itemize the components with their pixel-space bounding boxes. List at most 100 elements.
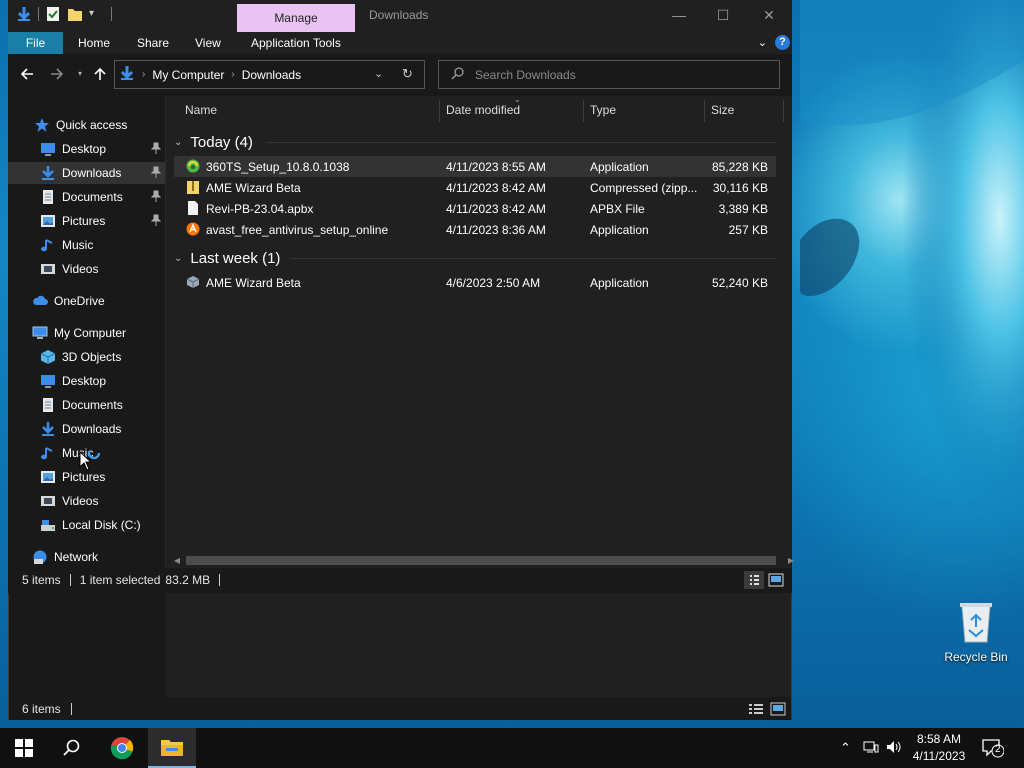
refresh-icon[interactable]: ↻: [402, 66, 413, 82]
file-row[interactable]: Revi-PB-23.04.apbx 4/11/2023 8:42 AM APBX …: [174, 198, 776, 219]
file-type: Application: [590, 223, 649, 237]
column-header-type[interactable]: Type: [590, 96, 616, 124]
large-icons-view-icon[interactable]: [770, 702, 786, 716]
show-hidden-icons-chevron-icon[interactable]: ⌃: [840, 740, 851, 756]
download-icon: [40, 421, 56, 437]
status-divider: [219, 574, 221, 586]
windows-logo-icon: [15, 739, 33, 757]
column-divider[interactable]: [783, 100, 784, 122]
chrome-taskbar-button[interactable]: [98, 728, 146, 768]
column-header-size[interactable]: Size: [711, 96, 734, 124]
file-size: 85,228 KB: [711, 160, 768, 174]
breadcrumb-chevron-icon[interactable]: ›: [231, 69, 234, 80]
sidebar-item-network[interactable]: Network: [8, 546, 165, 568]
group-header[interactable]: ⌄ Today (4): [174, 130, 253, 154]
sidebar-item-label: My Computer: [54, 326, 127, 340]
sidebar-item-downloads[interactable]: Downloads: [8, 162, 165, 184]
sidebar-item-3d-objects[interactable]: 3D Objects: [8, 346, 165, 368]
tab-share[interactable]: Share: [137, 32, 169, 54]
file-row[interactable]: AME Wizard Beta 4/11/2023 8:42 AM Compress…: [174, 177, 776, 198]
sidebar-item-label: Quick access: [56, 118, 128, 132]
tab-file[interactable]: File: [8, 32, 63, 54]
help-icon[interactable]: ?: [775, 35, 790, 50]
forward-arrow-icon[interactable]: [47, 64, 67, 84]
sidebar-item-desktop[interactable]: Desktop: [8, 138, 165, 160]
search-icon: [63, 739, 80, 756]
sidebar-item-videos[interactable]: Videos: [8, 490, 165, 512]
sidebar-item-onedrive[interactable]: OneDrive: [8, 290, 165, 312]
documents-icon: [40, 397, 56, 413]
customize-toolbar-icon[interactable]: ▾: [89, 6, 105, 22]
recycle-bin-shortcut[interactable]: Recycle Bin: [940, 600, 1012, 664]
tab-view[interactable]: View: [195, 32, 221, 54]
sidebar-item-label: Downloads: [62, 422, 122, 436]
file-row[interactable]: 360TS_Setup_10.8.0.1038 4/11/2023 8:55 AM…: [174, 156, 776, 177]
network-status-icon[interactable]: [863, 740, 879, 757]
sidebar-item-my-computer[interactable]: My Computer: [8, 322, 165, 344]
scroll-right-arrow-icon[interactable]: ▶: [784, 553, 798, 568]
scroll-left-arrow-icon[interactable]: ◀: [170, 553, 184, 568]
column-header-name[interactable]: Name: [185, 96, 217, 124]
breadcrumb-my-computer[interactable]: My Computer: [152, 68, 224, 82]
tab-home[interactable]: Home: [78, 32, 110, 54]
explorer-window: ▾ Manage Downloads — ☐ ✕ File Home Share…: [8, 0, 794, 593]
sidebar-item-local-disk-c[interactable]: Local Disk (C:): [8, 514, 165, 536]
file-size: 52,240 KB: [711, 276, 768, 290]
sidebar-item-documents[interactable]: Documents: [8, 394, 165, 416]
sidebar-item-desktop[interactable]: Desktop: [8, 370, 165, 392]
minimize-button[interactable]: —: [656, 0, 702, 30]
properties-icon[interactable]: [45, 6, 61, 22]
cloud-icon: [32, 293, 48, 309]
column-divider[interactable]: [704, 100, 705, 122]
system-clock[interactable]: 8:58 AM 4/11/2023: [904, 731, 974, 765]
file-list: Name ⌄ Date modified Type Size ⌄ Today (4…: [166, 95, 792, 568]
file-explorer-taskbar-button[interactable]: [148, 728, 196, 768]
back-arrow-icon[interactable]: [17, 64, 37, 84]
breadcrumb-chevron-icon[interactable]: ›: [142, 69, 145, 80]
search-input[interactable]: [475, 67, 755, 82]
sidebar-item-music[interactable]: Music: [8, 234, 165, 256]
selected-size: 83.2 MB: [165, 573, 211, 587]
search-box[interactable]: [438, 60, 780, 89]
group-header[interactable]: ⌄ Last week (1): [174, 246, 280, 270]
file-row[interactable]: avast_free_antivirus_setup_online 4/11/20…: [174, 219, 776, 240]
search-button[interactable]: [48, 728, 96, 768]
horizontal-scrollbar[interactable]: ◀ ▶: [166, 553, 794, 568]
collapse-chevron-icon[interactable]: ⌄: [174, 253, 182, 264]
address-bar[interactable]: › My Computer › Downloads ⌄ ↻: [114, 60, 425, 89]
manage-tab[interactable]: Manage: [237, 4, 355, 32]
sidebar-item-pictures[interactable]: Pictures: [8, 210, 165, 232]
download-arrow-icon[interactable]: [16, 6, 32, 22]
sidebar-item-documents[interactable]: Documents: [8, 186, 165, 208]
address-dropdown-icon[interactable]: ⌄: [374, 67, 383, 80]
sidebar-item-downloads[interactable]: Downloads: [8, 418, 165, 440]
recent-locations-chevron-icon[interactable]: ▾: [70, 64, 90, 84]
new-folder-icon[interactable]: [67, 6, 83, 22]
background-item-count: 6 items: [22, 702, 61, 716]
breadcrumb-downloads[interactable]: Downloads: [242, 68, 301, 82]
volume-icon[interactable]: [886, 740, 902, 757]
status-bar: 5 items 1 item selected 83.2 MB: [8, 568, 792, 592]
scrollbar-thumb[interactable]: [186, 556, 776, 565]
large-icons-view-button[interactable]: [766, 571, 786, 589]
up-arrow-icon[interactable]: [90, 64, 110, 84]
maximize-button[interactable]: ☐: [700, 0, 746, 30]
sidebar-item-quick-access[interactable]: Quick access: [8, 114, 165, 136]
close-button[interactable]: ✕: [746, 0, 792, 30]
collapse-chevron-icon[interactable]: ⌄: [174, 137, 182, 148]
details-view-icon[interactable]: [748, 702, 764, 716]
installer-360-icon: [186, 159, 200, 173]
tab-application-tools[interactable]: Application Tools: [251, 32, 341, 54]
group-divider: [266, 142, 776, 143]
details-view-button[interactable]: [744, 571, 764, 589]
column-divider[interactable]: [583, 100, 584, 122]
start-button[interactable]: [0, 728, 48, 768]
app-cube-icon: [186, 275, 200, 289]
column-divider[interactable]: [439, 100, 440, 122]
sidebar-item-label: Music: [62, 238, 94, 252]
expand-ribbon-icon[interactable]: ⌄: [758, 36, 767, 49]
column-header-date-modified[interactable]: Date modified: [446, 96, 520, 124]
file-row[interactable]: AME Wizard Beta 4/6/2023 2:50 AM Applicati…: [174, 272, 776, 293]
sidebar-item-videos[interactable]: Videos: [8, 258, 165, 280]
action-center-button[interactable]: 2: [982, 738, 1005, 758]
